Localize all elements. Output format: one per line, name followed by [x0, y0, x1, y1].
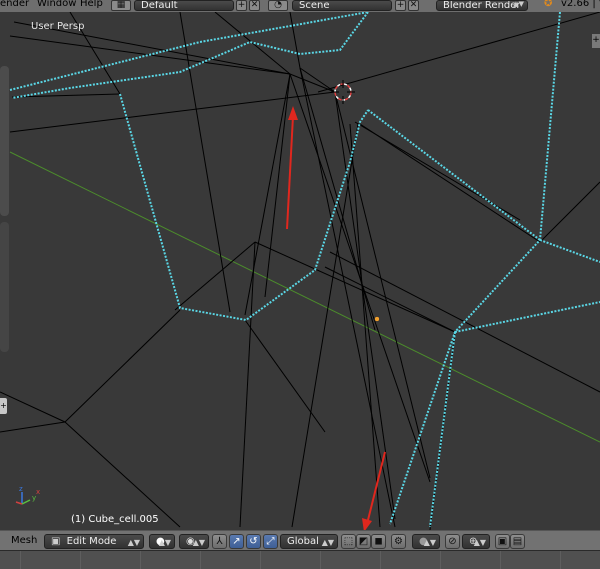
proportional-edit-dropdown[interactable]: ● ▲▼: [412, 534, 440, 549]
rotate-manipulator-icon[interactable]: ↺: [246, 534, 261, 549]
updown-icon: ▲▼: [321, 538, 334, 547]
toolshelf-scrollbar-lower[interactable]: [0, 222, 9, 352]
shading-dropdown[interactable]: ● ▲▼: [149, 534, 175, 549]
updown-icon: ▲▼: [473, 538, 486, 547]
add-scene-icon[interactable]: +: [395, 0, 406, 11]
edge-select-icon[interactable]: ◩: [356, 534, 371, 549]
3d-viewport[interactable]: z y x User Persp (1) Cube_cell.005 + +: [0, 12, 600, 530]
toolshelf-scrollbar[interactable]: [0, 66, 9, 216]
updown-icon: ▲▼: [192, 538, 205, 547]
mode-dropdown[interactable]: ▣ Edit Mode ▲▼: [44, 534, 144, 549]
mesh-edges: [0, 12, 600, 530]
menu-help[interactable]: Help: [80, 0, 103, 9]
3d-cursor-icon: [331, 80, 355, 104]
manipulator-toggle-icon[interactable]: ⅄: [212, 534, 227, 549]
scale-manipulator-icon[interactable]: ⤢: [263, 534, 278, 549]
scene-value: Scene: [299, 0, 330, 11]
timeline-tick: [380, 551, 381, 569]
limit-selection-icon[interactable]: ⚙: [391, 534, 406, 549]
timeline-tick: [140, 551, 141, 569]
info-header: ender Window Help ▦ Default + ✕ ◔ Scene …: [0, 0, 600, 12]
blender-logo-icon: ✪: [544, 0, 553, 9]
view-label: User Persp: [31, 21, 85, 32]
timeline-tick: [500, 551, 501, 569]
menu-render[interactable]: ender: [0, 0, 29, 9]
3d-view-header: Mesh ▣ Edit Mode ▲▼ ● ▲▼ ◉ ▲▼ ⅄ ↗ ↺ ⤢ Gl…: [0, 530, 600, 551]
remove-scene-icon[interactable]: ✕: [408, 0, 419, 11]
timeline-strip[interactable]: [0, 550, 600, 569]
screen-layout-icon[interactable]: ▦: [111, 0, 131, 11]
timeline-tick: [20, 551, 21, 569]
viewport-geometry: z y x: [0, 12, 600, 530]
version-text: v2.66 | V: [561, 0, 600, 9]
updown-icon: ▲▼: [513, 0, 524, 8]
render-animation-icon[interactable]: ▤: [510, 534, 525, 549]
add-screen-icon[interactable]: +: [236, 0, 247, 11]
screen-layout-dropdown[interactable]: Default: [134, 0, 234, 11]
svg-text:z: z: [19, 485, 23, 493]
properties-expand-icon[interactable]: +: [592, 34, 600, 48]
object-origin-icon: [374, 316, 380, 322]
edit-mode-icon: ▣: [51, 536, 61, 547]
updown-icon: ▲▼: [423, 538, 436, 547]
annotation-arrow-lower: [362, 451, 386, 530]
translate-manipulator-icon[interactable]: ↗: [229, 534, 244, 549]
remove-screen-icon[interactable]: ✕: [249, 0, 260, 11]
object-label: (1) Cube_cell.005: [71, 514, 159, 525]
snap-element-dropdown[interactable]: ⊕ ▲▼: [462, 534, 490, 549]
timeline-tick: [560, 551, 561, 569]
timeline-tick: [80, 551, 81, 569]
annotation-arrow-upper: [286, 106, 298, 230]
menu-mesh[interactable]: Mesh: [11, 535, 37, 546]
timeline-tick: [440, 551, 441, 569]
x-axis-line: [9, 151, 600, 443]
face-select-icon[interactable]: ◼: [371, 534, 386, 549]
pivot-point-dropdown[interactable]: ◉ ▲▼: [179, 534, 209, 549]
timeline-tick: [200, 551, 201, 569]
orientation-value: Global: [287, 536, 319, 547]
scene-dropdown[interactable]: Scene: [292, 0, 392, 11]
screen-layout-value: Default: [141, 0, 178, 11]
axis-gizmo-icon: z y x: [15, 485, 40, 505]
vertex-select-icon[interactable]: ⬚: [341, 534, 356, 549]
timeline-tick: [260, 551, 261, 569]
scene-icon[interactable]: ◔: [268, 0, 288, 11]
menu-window[interactable]: Window: [37, 0, 76, 9]
toolshelf-expand-icon[interactable]: +: [0, 398, 7, 414]
updown-icon: ▲▼: [158, 538, 171, 547]
updown-icon: ▲▼: [127, 538, 140, 547]
mode-value: Edit Mode: [66, 536, 117, 547]
snap-toggle-icon[interactable]: ⊘: [445, 534, 460, 549]
render-image-icon[interactable]: ▣: [495, 534, 510, 549]
svg-text:x: x: [36, 488, 40, 496]
timeline-tick: [320, 551, 321, 569]
render-engine-dropdown[interactable]: Blender Render ▲▼: [436, 0, 528, 11]
render-engine-value: Blender Render: [443, 0, 521, 11]
transform-orientation-dropdown[interactable]: Global ▲▼: [280, 534, 338, 549]
